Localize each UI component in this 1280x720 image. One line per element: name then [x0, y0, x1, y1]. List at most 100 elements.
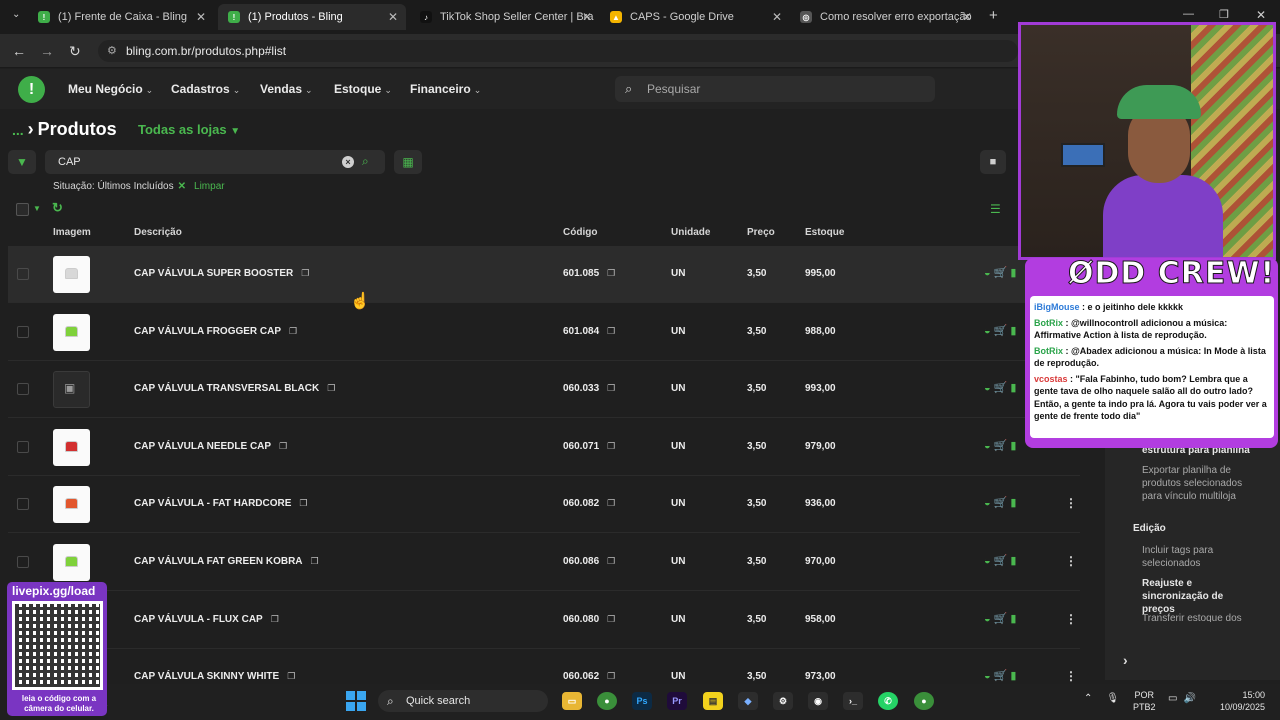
side-item-include-tags[interactable]: Incluir tags para selecionados	[1142, 544, 1252, 570]
obs-icon[interactable]: ◉	[808, 692, 828, 710]
bag-button[interactable]: ■	[980, 150, 1006, 174]
copy-icon[interactable]: ❐	[289, 326, 297, 337]
lock-icon[interactable]: ▮	[1010, 497, 1019, 509]
product-thumbnail[interactable]: ▣	[53, 371, 90, 409]
network-volume-icons[interactable]: ▭🔊	[1168, 693, 1202, 704]
cart-icon[interactable]: 🛒	[994, 267, 1011, 279]
integration-icon[interactable]: ◒	[984, 613, 994, 625]
integration-icon[interactable]: ◒	[984, 497, 994, 509]
sticky-notes-icon[interactable]: ▤	[703, 692, 723, 710]
column-header-stock[interactable]: Estoque	[805, 227, 844, 238]
integration-icon[interactable]: ◒	[984, 382, 994, 394]
copy-icon[interactable]: ❐	[287, 671, 295, 682]
table-row[interactable]: CAP VÁLVULA - FAT HARDCORE ❐ 060.082 ❐ UN 3,5…	[8, 476, 1080, 534]
lock-icon[interactable]: ▮	[1010, 613, 1019, 625]
product-description[interactable]: CAP VÁLVULA FAT GREEN KOBRA ❐	[134, 556, 319, 567]
product-thumbnail[interactable]	[53, 486, 90, 524]
menu-financeiro[interactable]: Financeiro ⌄	[410, 82, 481, 96]
forward-icon[interactable]: →	[40, 43, 54, 59]
tab-google-drive[interactable]: ▲ CAPS - Google Drive ✕	[600, 4, 790, 30]
file-explorer-icon[interactable]: ▭	[562, 692, 582, 710]
table-row[interactable]: ▣ CAP VÁLVULA TRANSVERSAL BLACK ❐ 060.033 ❐ U…	[8, 361, 1080, 419]
integration-icon[interactable]: ◒	[984, 325, 994, 337]
search-icon[interactable]: ⌕	[362, 154, 369, 169]
product-thumbnail[interactable]	[53, 428, 90, 466]
product-thumbnail[interactable]	[53, 256, 90, 293]
menu-cadastros[interactable]: Cadastros ⌄	[171, 82, 240, 96]
copy-icon[interactable]: ❐	[607, 556, 615, 567]
chrome-canary-icon[interactable]: ●	[914, 692, 934, 710]
row-checkbox[interactable]	[17, 556, 29, 568]
copy-icon[interactable]: ❐	[299, 498, 307, 509]
integration-icon[interactable]: ◒	[984, 267, 994, 279]
tab-tiktok[interactable]: ♪ TikTok Shop Seller Center | Bra ✕	[410, 4, 600, 30]
tab-list-chevron-icon[interactable]: ⌄	[12, 9, 20, 20]
lock-icon[interactable]: ▮	[1010, 555, 1019, 567]
product-description[interactable]: CAP VÁLVULA - FAT HARDCORE ❐	[134, 498, 308, 509]
table-row[interactable]: CAP VÁLVULA SUPER BOOSTER ❐ 601.085 ❐ UN 3,50…	[8, 246, 1080, 303]
whatsapp-icon[interactable]: ✆	[878, 692, 898, 710]
cart-icon[interactable]: 🛒	[994, 325, 1011, 337]
row-status-icons[interactable]: ◒🛒▮	[984, 266, 1019, 279]
breadcrumb-dots[interactable]: ...	[12, 122, 24, 138]
product-description[interactable]: CAP VÁLVULA FROGGER CAP ❐	[134, 326, 297, 337]
integration-icon[interactable]: ◒	[984, 555, 994, 567]
tab-frente-de-caixa[interactable]: ! (1) Frente de Caixa - Bling ✕	[28, 4, 214, 30]
copy-icon[interactable]: ❐	[607, 268, 615, 279]
remove-filter-icon[interactable]: ✕	[178, 181, 186, 192]
row-checkbox[interactable]	[17, 325, 29, 338]
settings-icon[interactable]: ⚙	[773, 692, 793, 710]
close-icon[interactable]: ✕	[962, 10, 972, 24]
back-icon[interactable]: ←	[12, 43, 26, 59]
more-options-icon[interactable]: ⋮	[1065, 612, 1077, 626]
product-description[interactable]: CAP VÁLVULA - FLUX CAP ❐	[134, 614, 279, 625]
copy-icon[interactable]: ❐	[327, 383, 335, 394]
cart-icon[interactable]: 🛒	[994, 670, 1011, 682]
cart-icon[interactable]: 🛒	[994, 382, 1011, 394]
taskbar-clock[interactable]: 15:00 10/09/2025	[1213, 689, 1265, 713]
url-field[interactable]: ⚙ bling.com.br/produtos.php#list	[98, 40, 1018, 62]
row-status-icons[interactable]: ◒🛒▮	[984, 439, 1019, 452]
product-description[interactable]: CAP VÁLVULA NEEDLE CAP ❐	[134, 441, 287, 452]
lock-icon[interactable]: ▮	[1010, 325, 1019, 337]
product-thumbnail[interactable]	[53, 313, 90, 351]
row-checkbox[interactable]	[17, 383, 29, 396]
chevron-right-icon[interactable]: ›	[1123, 652, 1128, 668]
copy-icon[interactable]: ❐	[311, 556, 319, 567]
cart-icon[interactable]: 🛒	[994, 613, 1011, 625]
close-icon[interactable]: ✕	[772, 10, 782, 24]
row-status-icons[interactable]: ◒🛒▮	[984, 669, 1019, 682]
product-description[interactable]: CAP VÁLVULA SUPER BOOSTER ❐	[134, 268, 309, 279]
reload-icon[interactable]: ↻	[69, 43, 81, 60]
row-status-icons[interactable]: ◒🛒▮	[984, 612, 1019, 625]
store-selector[interactable]: Todas as lojas ▼	[138, 122, 240, 137]
row-status-icons[interactable]: ◒🛒▮	[984, 554, 1019, 567]
copy-icon[interactable]: ❐	[607, 441, 615, 452]
premiere-icon[interactable]: Pr	[667, 692, 687, 710]
select-all-checkbox[interactable]	[16, 203, 29, 216]
cart-icon[interactable]: 🛒	[994, 440, 1011, 452]
chevron-down-icon[interactable]: ▼	[33, 204, 41, 213]
menu-estoque[interactable]: Estoque ⌄	[334, 82, 392, 96]
column-header-code[interactable]: Código	[563, 227, 597, 238]
photoshop-icon[interactable]: Ps	[632, 692, 652, 710]
clear-search-icon[interactable]: ×	[342, 156, 354, 168]
taskbar-search[interactable]: ⌕ Quick search	[378, 690, 548, 712]
copy-icon[interactable]: ❐	[607, 498, 615, 509]
copy-icon[interactable]: ❐	[607, 614, 615, 625]
clear-filters-link[interactable]: Limpar	[194, 181, 225, 192]
list-view-icon[interactable]: ☰	[990, 202, 1001, 216]
more-options-icon[interactable]: ⋮	[1065, 554, 1077, 568]
refresh-icon[interactable]: ↻	[52, 200, 63, 216]
column-header-description[interactable]: Descrição	[134, 227, 182, 238]
copy-icon[interactable]: ❐	[301, 268, 309, 279]
filter-button[interactable]: ▼	[8, 150, 36, 174]
windows-start-icon[interactable]	[346, 691, 366, 711]
tab-erro-exportacao[interactable]: ◎ Como resolver erro exportação ✕	[790, 4, 980, 30]
more-options-icon[interactable]: ⋮	[1065, 669, 1077, 683]
table-row[interactable]: CAP VÁLVULA - FLUX CAP ❐ 060.080 ❐ UN 3,50 958…	[8, 592, 1080, 649]
table-row[interactable]: CAP VÁLVULA NEEDLE CAP ❐ 060.071 ❐ UN 3,50 979…	[8, 419, 1080, 476]
side-item-transfer-stock[interactable]: Transferir estoque dos	[1142, 612, 1257, 622]
global-search-input[interactable]: ⌕ Pesquisar	[615, 76, 935, 102]
lock-icon[interactable]: ▮	[1010, 670, 1019, 682]
